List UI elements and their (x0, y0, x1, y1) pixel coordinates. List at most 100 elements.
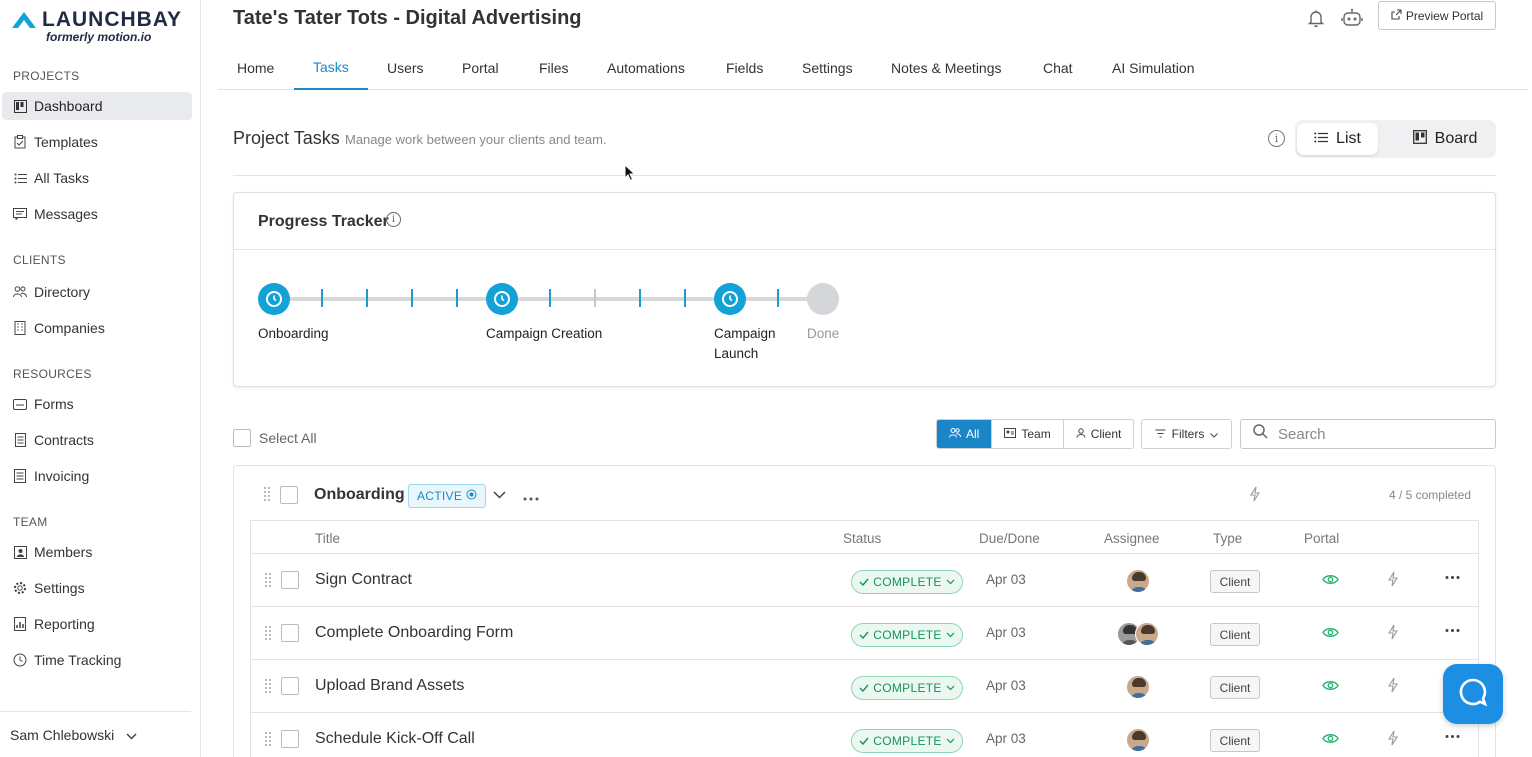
select-all-checkbox[interactable] (233, 429, 251, 447)
select-all[interactable]: Select All (233, 429, 317, 447)
automation-bolt-icon[interactable] (1387, 677, 1399, 698)
tab-tasks[interactable]: Tasks (294, 45, 368, 90)
info-icon[interactable]: i (1268, 130, 1285, 147)
due-date[interactable]: Apr 03 (986, 678, 1026, 693)
tab-portal[interactable]: Portal (443, 45, 518, 90)
drag-handle-icon[interactable] (264, 731, 272, 747)
search-input[interactable] (1278, 425, 1478, 443)
progress-tick (321, 289, 323, 307)
sidebar-item-invoicing[interactable]: Invoicing (2, 462, 192, 490)
table-row[interactable]: Upload Brand Assets COMPLETE Apr 03 Clie… (251, 660, 1478, 713)
avatar[interactable] (1126, 569, 1150, 593)
list-view-button[interactable]: List (1297, 123, 1378, 155)
group-checkbox[interactable] (280, 486, 298, 504)
tab-fields[interactable]: Fields (707, 45, 782, 90)
filter-team-button[interactable]: Team (991, 420, 1063, 448)
tab-settings[interactable]: Settings (783, 45, 872, 90)
milestone-campaign-launch[interactable] (714, 283, 746, 315)
tab-ai-simulation[interactable]: AI Simulation (1093, 45, 1213, 90)
row-checkbox[interactable] (281, 730, 299, 748)
automation-bolt-icon[interactable] (1387, 730, 1399, 751)
sidebar-item-companies[interactable]: Companies (2, 314, 192, 342)
info-icon[interactable]: i (386, 212, 401, 227)
bell-icon[interactable] (1306, 8, 1326, 28)
column-due[interactable]: Due/Done (979, 531, 1040, 546)
column-portal[interactable]: Portal (1304, 531, 1339, 546)
support-chat-button[interactable] (1443, 664, 1503, 724)
sidebar-item-messages[interactable]: Messages (2, 200, 192, 228)
table-row[interactable]: Sign Contract COMPLETE Apr 03 Client (251, 554, 1478, 607)
ai-assistant-icon[interactable] (1341, 8, 1363, 28)
progress-tracker: Progress Tracker i Onboarding Campaign C… (233, 192, 1496, 387)
sidebar-item-directory[interactable]: Directory (2, 278, 192, 306)
sidebar-item-label: Messages (34, 206, 98, 222)
avatar[interactable] (1126, 728, 1150, 752)
tab-home[interactable]: Home (218, 45, 293, 90)
eye-icon[interactable] (1322, 678, 1339, 696)
table-row[interactable]: Complete Onboarding Form COMPLETE Apr 03… (251, 607, 1478, 660)
milestone-done[interactable] (807, 283, 839, 315)
tab-notes-meetings[interactable]: Notes & Meetings (872, 45, 1021, 90)
milestone-campaign-creation[interactable] (486, 283, 518, 315)
progress-tick (777, 289, 779, 307)
eye-icon[interactable] (1322, 625, 1339, 643)
milestone-onboarding[interactable] (258, 283, 290, 315)
due-date[interactable]: Apr 03 (986, 731, 1026, 746)
status-pill[interactable]: COMPLETE (851, 729, 963, 753)
sidebar-item-templates[interactable]: Templates (2, 128, 192, 156)
task-title[interactable]: Complete Onboarding Form (315, 624, 513, 642)
sidebar-item-members[interactable]: Members (2, 538, 192, 566)
tab-automations[interactable]: Automations (588, 45, 704, 90)
due-date[interactable]: Apr 03 (986, 625, 1026, 640)
status-pill[interactable]: COMPLETE (851, 570, 963, 594)
column-title[interactable]: Title (315, 531, 340, 546)
task-title[interactable]: Schedule Kick-Off Call (315, 730, 475, 748)
more-icon[interactable] (1445, 726, 1460, 744)
row-checkbox[interactable] (281, 624, 299, 642)
drag-handle-icon[interactable] (264, 572, 272, 588)
column-type[interactable]: Type (1213, 531, 1242, 546)
column-assignee[interactable]: Assignee (1104, 531, 1160, 546)
drag-handle-icon[interactable] (264, 625, 272, 641)
automation-bolt-icon[interactable] (1249, 486, 1261, 507)
automation-bolt-icon[interactable] (1387, 571, 1399, 592)
board-view-button[interactable]: Board (1395, 123, 1495, 155)
sidebar-item-contracts[interactable]: Contracts (2, 426, 192, 454)
more-icon[interactable] (1445, 567, 1460, 585)
status-pill[interactable]: COMPLETE (851, 676, 963, 700)
column-status[interactable]: Status (843, 531, 881, 546)
tab-files[interactable]: Files (520, 45, 588, 90)
message-icon (13, 207, 27, 221)
table-row[interactable]: Schedule Kick-Off Call COMPLETE Apr 03 C… (251, 713, 1478, 757)
logo[interactable]: LAUNCHBAY formerly motion.io (10, 8, 182, 44)
status-pill[interactable]: COMPLETE (851, 623, 963, 647)
drag-handle-icon[interactable] (263, 486, 271, 502)
task-title[interactable]: Sign Contract (315, 571, 412, 589)
tab-users[interactable]: Users (368, 45, 443, 90)
avatar[interactable] (1126, 675, 1150, 699)
due-date[interactable]: Apr 03 (986, 572, 1026, 587)
sidebar-item-settings[interactable]: Settings (2, 574, 192, 602)
chevron-down-icon[interactable] (493, 486, 506, 504)
filter-all-button[interactable]: All (937, 420, 992, 448)
sidebar-item-forms[interactable]: Forms (2, 390, 192, 418)
eye-icon[interactable] (1322, 572, 1339, 590)
automation-bolt-icon[interactable] (1387, 624, 1399, 645)
more-icon[interactable] (523, 486, 539, 507)
drag-handle-icon[interactable] (264, 678, 272, 694)
filter-client-button[interactable]: Client (1062, 420, 1134, 448)
more-icon[interactable] (1445, 620, 1460, 638)
sidebar-item-all-tasks[interactable]: All Tasks (2, 164, 192, 192)
row-checkbox[interactable] (281, 571, 299, 589)
sidebar-item-time-tracking[interactable]: Time Tracking (2, 646, 192, 674)
tab-chat[interactable]: Chat (1024, 45, 1092, 90)
avatar[interactable] (1135, 622, 1159, 646)
sidebar-item-reporting[interactable]: Reporting (2, 610, 192, 638)
task-title[interactable]: Upload Brand Assets (315, 677, 464, 695)
preview-portal-button[interactable]: Preview Portal (1378, 1, 1496, 30)
row-checkbox[interactable] (281, 677, 299, 695)
sidebar-item-dashboard[interactable]: Dashboard (2, 92, 192, 120)
eye-icon[interactable] (1322, 731, 1339, 749)
user-menu[interactable]: Sam Chlebowski (0, 711, 191, 757)
filters-dropdown[interactable]: Filters (1141, 419, 1232, 449)
